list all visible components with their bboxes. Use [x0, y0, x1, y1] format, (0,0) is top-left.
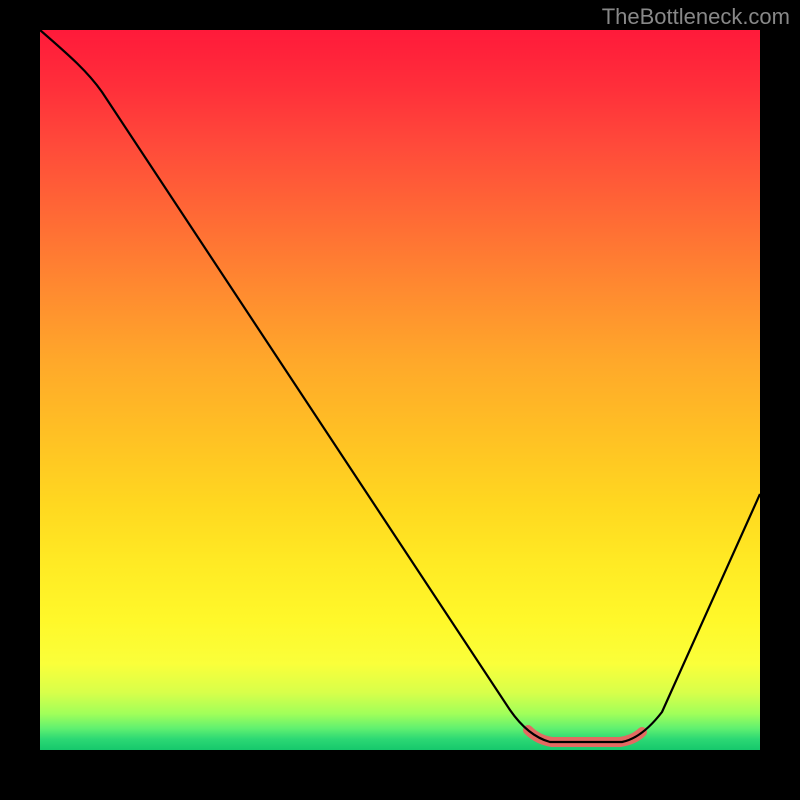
chart-container: { "watermark": "TheBottleneck.com", "cha… [0, 0, 800, 800]
plot-area [40, 30, 760, 750]
optimal-band-highlight [528, 730, 642, 742]
watermark-text: TheBottleneck.com [602, 4, 790, 30]
chart-svg [40, 30, 760, 750]
bottleneck-curve [40, 30, 760, 742]
